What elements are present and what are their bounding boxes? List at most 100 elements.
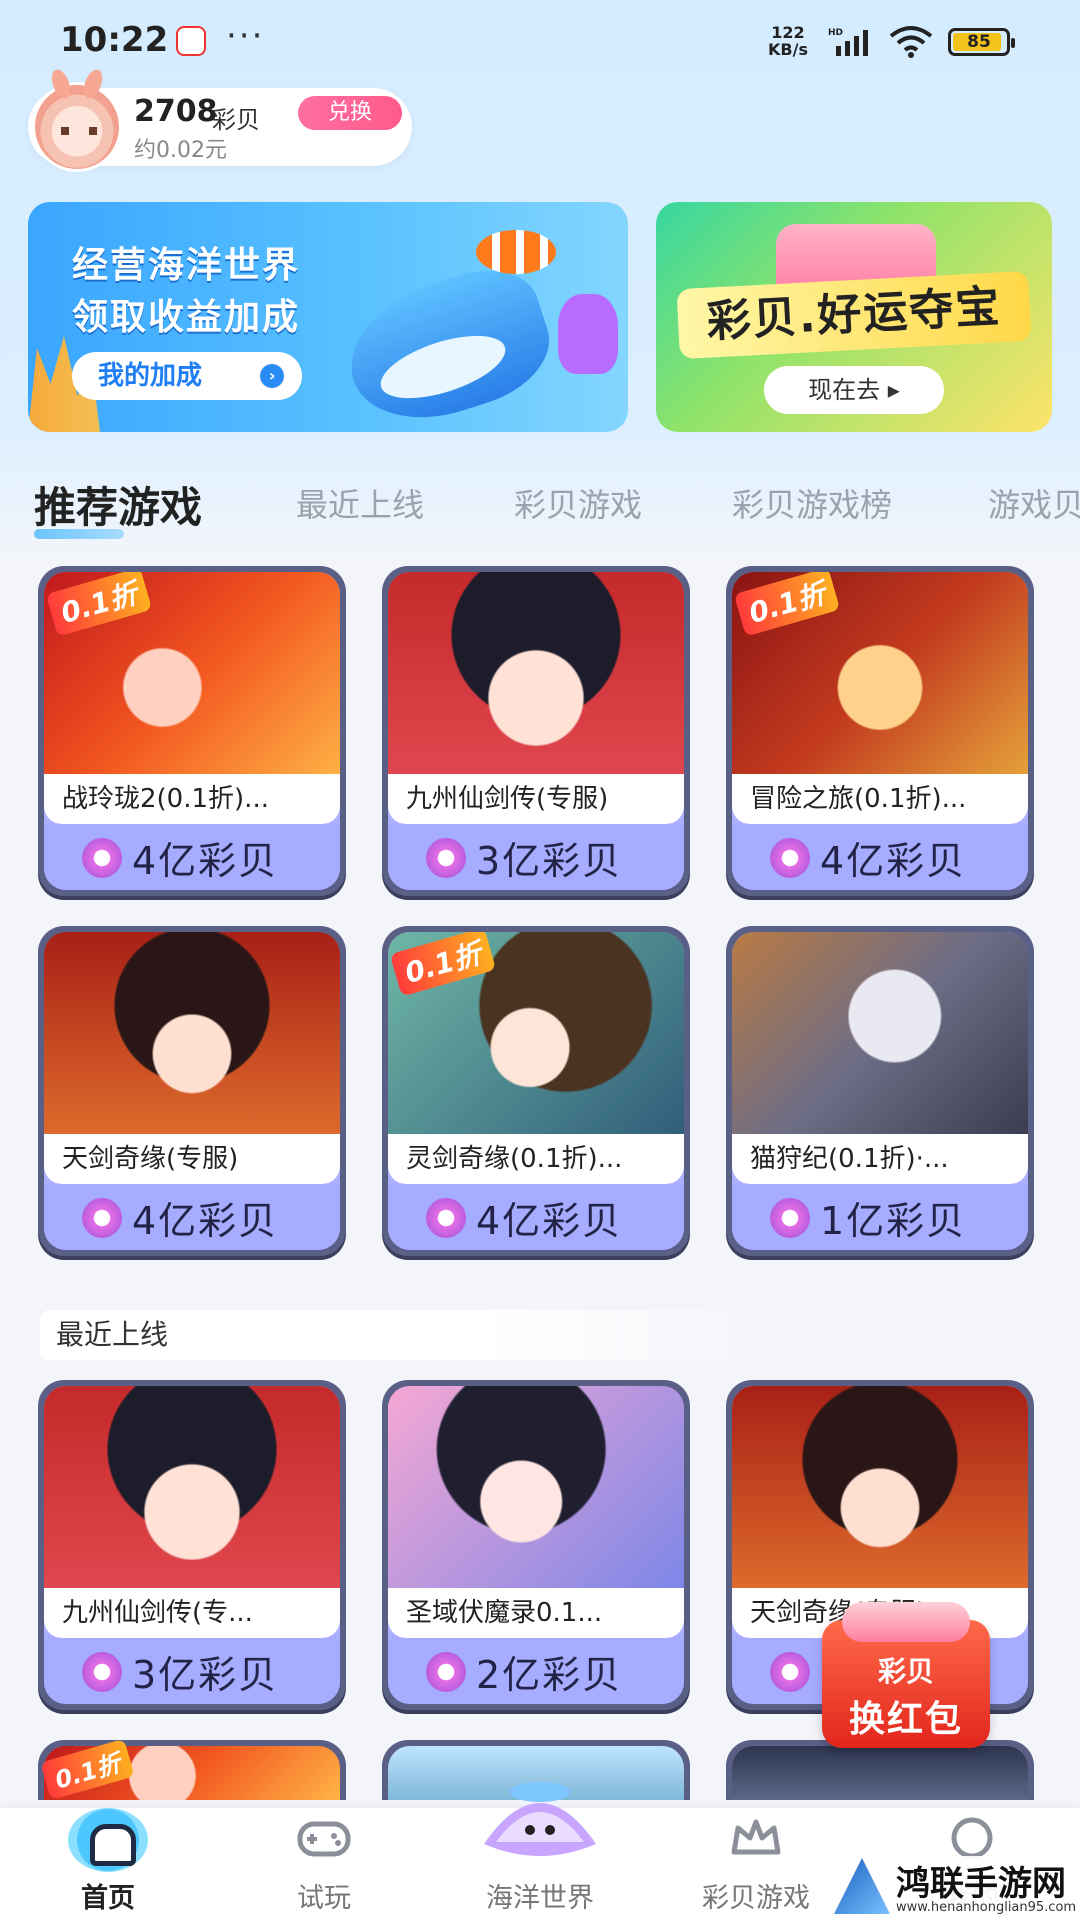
network-speed-value: 122 <box>771 23 805 42</box>
tab-recent[interactable]: 最近上线 <box>296 480 424 526</box>
caibei-coin-icon <box>82 838 122 878</box>
game-name: 冒险之旅(0.1折)... <box>732 774 1028 824</box>
game-name: 猫狩纪(0.1折)·... <box>732 1134 1028 1184</box>
reward-bar: 3亿彩贝 <box>44 1638 340 1704</box>
tab-caibei-games[interactable]: 彩贝游戏 <box>514 480 642 526</box>
signal-icon: HD <box>828 28 868 56</box>
reward-amount: 3亿彩贝 <box>476 839 623 883</box>
reward-bar: 1亿彩贝 <box>732 1184 1028 1250</box>
nav-home[interactable]: 首页 <box>0 1808 216 1920</box>
tab-caibei-ranking[interactable]: 彩贝游戏榜 <box>732 480 892 526</box>
caibei-coin-icon <box>770 1198 810 1238</box>
game-card[interactable]: 天剑奇缘(专服) 4亿彩贝 <box>38 926 346 1256</box>
points-approx-value: 约0.02元 <box>134 138 227 163</box>
reward-amount: 2亿彩贝 <box>476 1653 623 1697</box>
game-card[interactable]: 九州仙剑传(专服) 3亿彩贝 <box>382 566 690 896</box>
home-icon <box>68 1808 148 1872</box>
points-card[interactable]: 2708 彩贝 兑换 约0.02元 <box>28 82 412 172</box>
caibei-coin-icon <box>82 1198 122 1238</box>
banner-ocean-line2: 领取收益加成 <box>72 297 301 338</box>
game-name: 灵剑奇缘(0.1折)... <box>388 1134 684 1184</box>
wifi-icon <box>889 26 933 58</box>
game-card[interactable]: 0.1折 战玲珑2(0.1折)... 4亿彩贝 <box>38 566 346 896</box>
game-cover <box>732 932 1028 1142</box>
points-unit: 彩贝 <box>212 106 260 134</box>
nav-trial-label: 试玩 <box>297 1883 351 1914</box>
avatar[interactable] <box>32 82 122 172</box>
nav-ocean-label: 海洋世界 <box>486 1883 594 1914</box>
game-card[interactable]: 九州仙剑传(专... 3亿彩贝 <box>38 1380 346 1710</box>
battery-icon: 85 <box>948 28 1015 56</box>
reward-amount: 4亿彩贝 <box>476 1199 623 1243</box>
go-now-button[interactable]: 现在去 ▸ <box>764 366 944 414</box>
network-speed-unit: KB/s <box>768 40 808 59</box>
red-packet-float-button[interactable]: 彩贝 换红包 <box>822 1602 990 1748</box>
game-card[interactable] <box>726 1740 1034 1800</box>
caibei-coin-icon <box>770 1652 810 1692</box>
game-cover <box>388 1386 684 1596</box>
section-title-recent: 最近上线 <box>40 1310 780 1360</box>
arrow-right-icon: › <box>260 364 284 388</box>
notification-app-icon <box>176 26 206 56</box>
caibei-coin-icon <box>426 838 466 878</box>
status-bar: 10:22 ··· 122 KB/s HD 85 <box>0 0 1080 80</box>
points-value: 2708 <box>134 94 218 129</box>
network-speed: 122 KB/s <box>768 24 808 58</box>
gamepad-icon <box>297 1821 351 1857</box>
game-name: 九州仙剑传(专... <box>44 1588 340 1638</box>
hd-label: HD <box>828 28 843 38</box>
banner-ocean-line1: 经营海洋世界 <box>72 245 301 286</box>
reward-bar: 4亿彩贝 <box>732 824 1028 890</box>
reward-bar: 4亿彩贝 <box>44 824 340 890</box>
reward-amount: 3亿彩贝 <box>132 1653 279 1697</box>
reward-amount: 4亿彩贝 <box>820 839 967 883</box>
watermark-text: 鸿联手游网 <box>896 1864 1066 1904</box>
game-card[interactable]: 0.1折 灵剑奇缘(0.1折)... 4亿彩贝 <box>382 926 690 1256</box>
category-tabs: 推荐游戏 最近上线 彩贝游戏 彩贝游戏榜 游戏贝 <box>0 480 1080 540</box>
game-cover <box>44 932 340 1142</box>
red-packet-line2: 换红包 <box>848 1699 963 1740</box>
status-time: 10:22 <box>60 20 169 60</box>
game-name: 战玲珑2(0.1折)... <box>44 774 340 824</box>
lucky-treasure-banner[interactable]: 彩贝.好运夺宝 现在去 ▸ <box>656 202 1052 432</box>
tab-more[interactable]: 游戏贝 <box>988 480 1080 526</box>
watermark-url: www.henanhonglian95.com <box>896 1900 1077 1915</box>
game-card[interactable]: 0.1折 <box>38 1740 346 1800</box>
reward-bar: 4亿彩贝 <box>388 1184 684 1250</box>
game-cover <box>44 1386 340 1596</box>
exchange-button[interactable]: 兑换 <box>298 96 402 130</box>
site-watermark: 鸿联手游网 www.henanhonglian95.com <box>830 1856 1080 1920</box>
game-card[interactable]: 0.1折 冒险之旅(0.1折)... 4亿彩贝 <box>726 566 1034 896</box>
caibei-coin-icon <box>426 1198 466 1238</box>
crown-icon <box>731 1819 781 1855</box>
clownfish-illustration <box>476 230 556 274</box>
game-name: 圣域伏魔录0.1... <box>388 1588 684 1638</box>
reward-amount: 4亿彩贝 <box>132 839 279 883</box>
red-packet-line1: 彩贝 <box>877 1655 934 1688</box>
reward-bar: 2亿彩贝 <box>388 1638 684 1704</box>
my-bonus-button[interactable]: 我的加成 › <box>72 352 302 400</box>
game-card[interactable]: 猫狩纪(0.1折)·... 1亿彩贝 <box>726 926 1034 1256</box>
game-cover <box>388 572 684 782</box>
nav-trial[interactable]: 试玩 <box>216 1808 432 1920</box>
caibei-coin-icon <box>426 1652 466 1692</box>
ocean-world-banner[interactable]: 经营海洋世界 领取收益加成 我的加成 › <box>28 202 628 432</box>
red-packet-lid <box>842 1602 970 1642</box>
treasure-title: 彩贝.好运夺宝 <box>676 270 1032 360</box>
reward-amount: 4亿彩贝 <box>132 1199 279 1243</box>
nav-ocean-world[interactable]: 海洋世界 <box>432 1782 648 1920</box>
watermark-logo-icon <box>834 1858 890 1914</box>
reward-amount: 1亿彩贝 <box>820 1199 967 1243</box>
more-notifications-icon: ··· <box>226 16 265 56</box>
my-bonus-label: 我的加成 <box>98 361 203 391</box>
squid-illustration <box>558 294 618 374</box>
game-card[interactable]: 圣域伏魔录0.1... 2亿彩贝 <box>382 1380 690 1710</box>
tab-recommended[interactable]: 推荐游戏 <box>34 474 202 539</box>
caibei-coin-icon <box>82 1652 122 1692</box>
game-name: 天剑奇缘(专服) <box>44 1134 340 1184</box>
game-cover <box>732 1386 1028 1596</box>
game-cover <box>732 1746 1028 1800</box>
shell-icon <box>484 1782 596 1856</box>
game-name: 九州仙剑传(专服) <box>388 774 684 824</box>
battery-level: 85 <box>967 32 991 52</box>
